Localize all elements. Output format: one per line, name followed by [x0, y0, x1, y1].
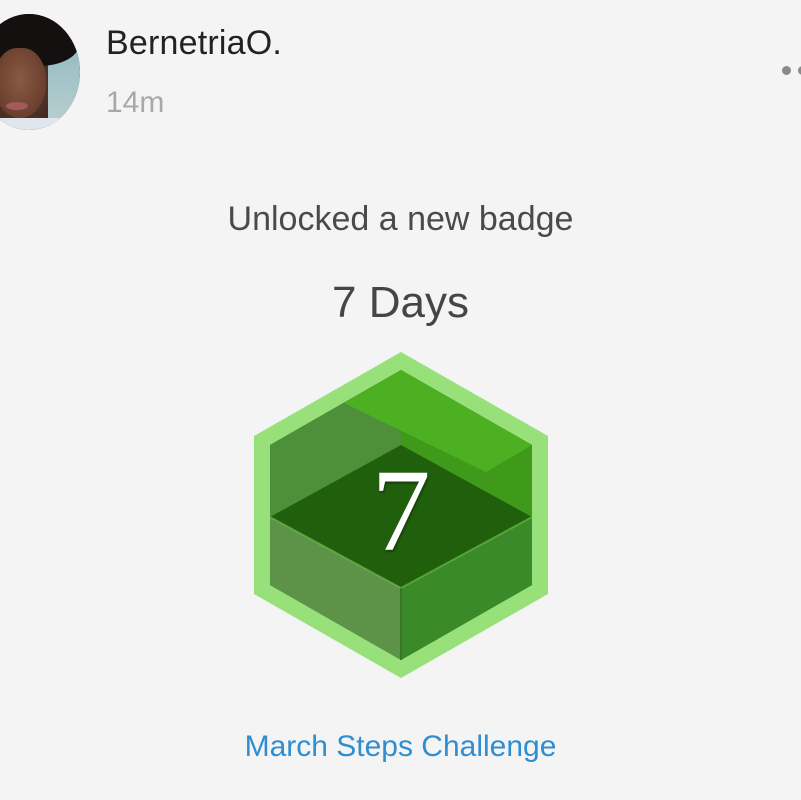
avatar-shirt: [0, 118, 80, 130]
activity-heading: Unlocked a new badge: [227, 200, 574, 238]
user-name[interactable]: BernetriaO.: [106, 24, 282, 63]
more-options-button[interactable]: [778, 62, 801, 82]
challenge-link[interactable]: March Steps Challenge: [0, 730, 801, 764]
more-dot-icon: [782, 66, 791, 75]
post-header: BernetriaO. 14m: [0, 0, 801, 140]
badge-number: 7: [371, 445, 431, 576]
badge-title: 7 Days: [332, 278, 469, 327]
post-timestamp: 14m: [106, 86, 165, 119]
avatar-lips: [6, 102, 28, 110]
avatar[interactable]: [0, 14, 80, 130]
